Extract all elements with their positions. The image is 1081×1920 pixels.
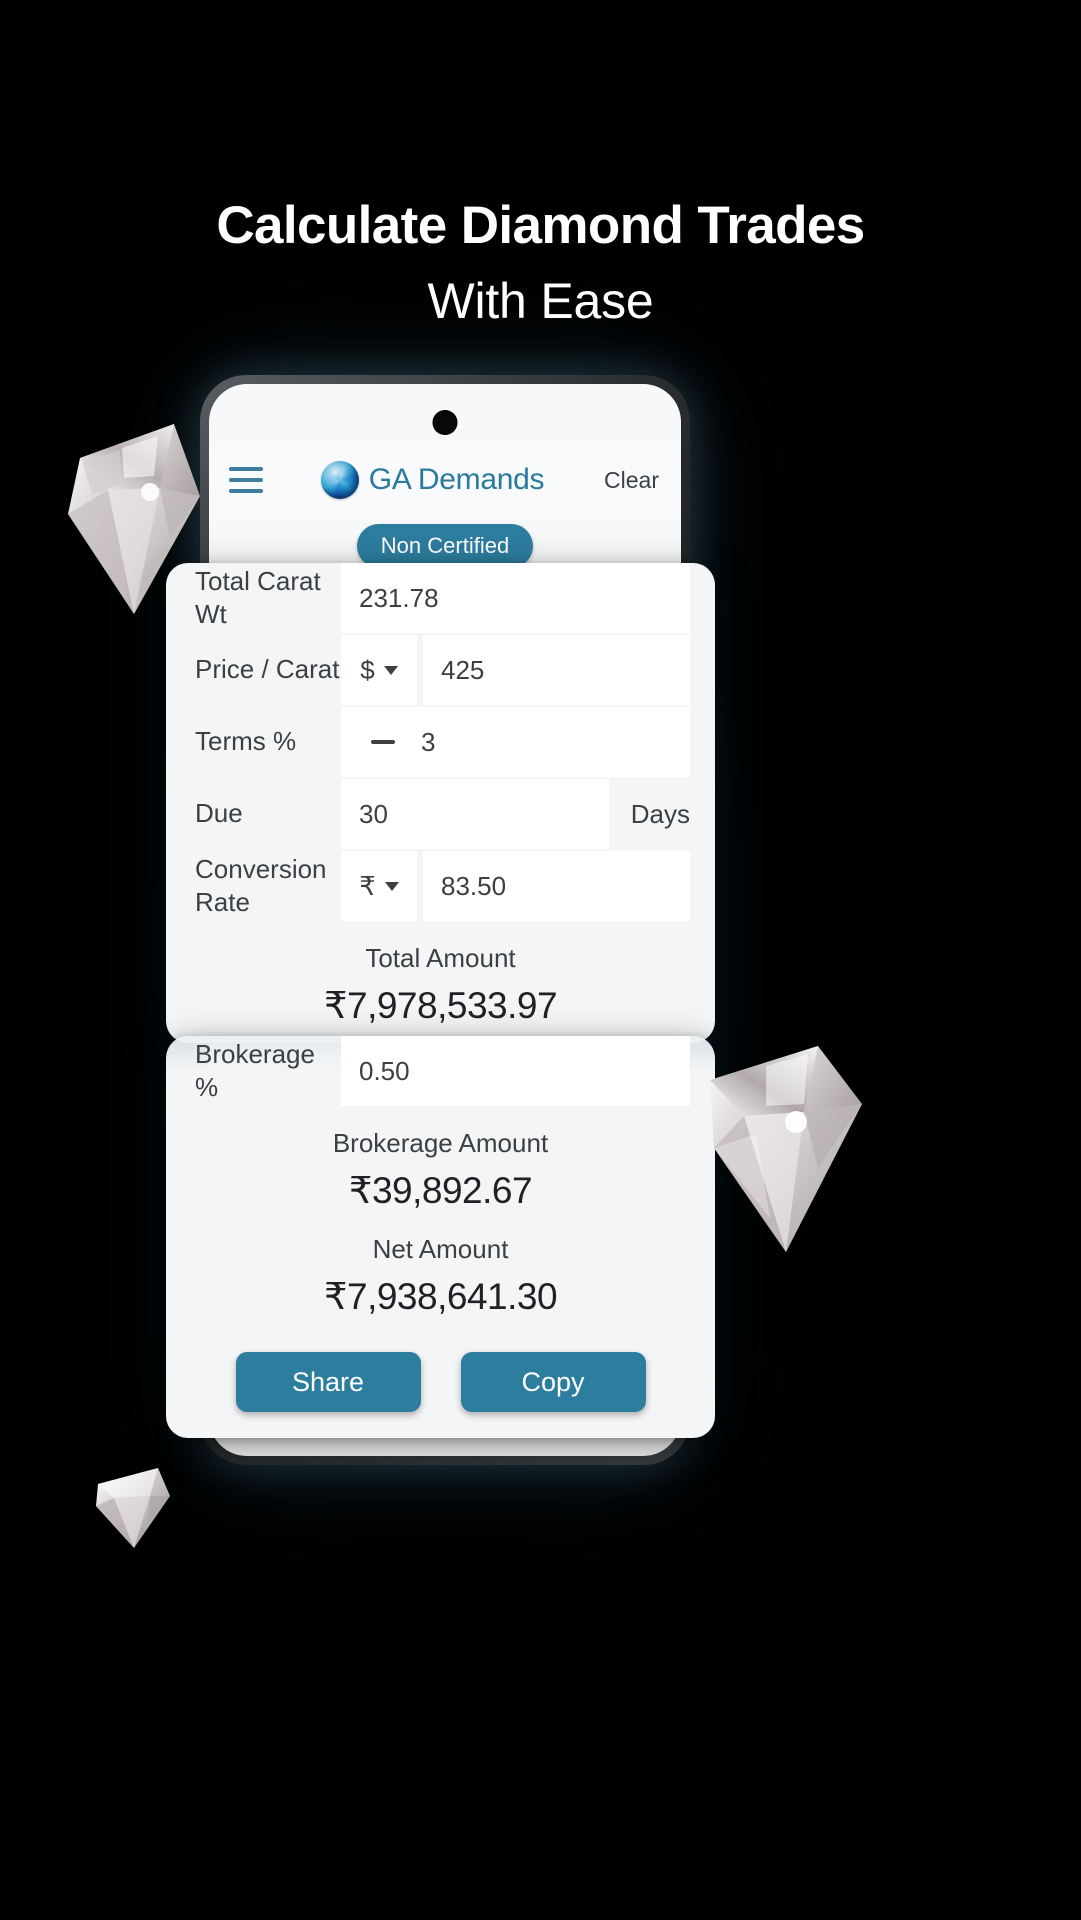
mode-chip-row: Non Certified [209, 524, 681, 568]
brokerage-amount-value: ₹39,892.67 [348, 1170, 533, 1211]
label-conversion-rate: Conversion Rate [195, 853, 327, 917]
currency-symbol-conversion: ₹ [359, 870, 376, 901]
front-camera [432, 410, 458, 435]
suffix-days: Days [630, 798, 690, 829]
input-terms-percent[interactable]: 3 [341, 707, 690, 777]
total-amount-value: ₹7,978,533.97 [323, 985, 558, 1026]
clear-button[interactable]: Clear [602, 463, 661, 498]
share-button[interactable]: Share [235, 1352, 421, 1412]
action-buttons: Share Copy [166, 1352, 715, 1412]
row-total-carat-wt: Total Carat Wt 231.78 [166, 563, 715, 633]
promo-subheadline: With Ease [427, 273, 654, 330]
label-terms-percent: Terms % [195, 726, 297, 757]
label-price-per-carat: Price / Carat [195, 654, 340, 685]
non-certified-chip[interactable]: Non Certified [356, 524, 534, 568]
net-amount-value: ₹7,938,641.30 [323, 1276, 558, 1317]
row-price-per-carat: Price / Carat $ 425 [166, 635, 715, 705]
brokerage-amount-label: Brokerage Amount [332, 1128, 549, 1158]
net-amount-block: Net Amount ₹7,938,641.30 [166, 1234, 715, 1318]
total-amount-block: Total Amount ₹7,978,533.97 [166, 943, 715, 1027]
currency-select-conversion[interactable]: ₹ [341, 851, 417, 921]
label-due: Due [195, 798, 243, 829]
input-total-carat-wt[interactable]: 231.78 [341, 563, 690, 633]
chevron-down-icon [383, 665, 398, 675]
currency-symbol-price: $ [360, 654, 375, 685]
input-conversion-rate[interactable]: 83.50 [423, 851, 690, 921]
net-amount-label: Net Amount [372, 1234, 509, 1264]
input-terms-percent-value: 3 [421, 726, 436, 757]
promo-headline: Calculate Diamond Trades [216, 196, 865, 255]
row-brokerage-percent: Brokerage % 0.50 [166, 1036, 715, 1106]
app-title: GA Demands [368, 463, 545, 496]
inputs-card: Total Carat Wt 231.78 Price / Carat $ 42… [166, 563, 715, 1043]
hamburger-icon[interactable] [229, 467, 263, 493]
input-price-per-carat[interactable]: 425 [423, 635, 690, 705]
input-brokerage-percent[interactable]: 0.50 [341, 1036, 690, 1106]
brokerage-card: Brokerage % 0.50 Brokerage Amount ₹39,89… [166, 1036, 715, 1438]
input-due-days[interactable]: 30 [341, 779, 609, 849]
diamond-icon-right [700, 1038, 868, 1258]
app-bar-brand: GA Demands [263, 461, 602, 499]
total-amount-label: Total Amount [365, 943, 516, 973]
currency-select-price[interactable]: $ [341, 635, 417, 705]
chevron-down-icon [384, 881, 399, 891]
minus-sign-icon [371, 740, 395, 744]
promo-headline-block: Calculate Diamond Trades With Ease [0, 196, 1081, 331]
row-conversion-rate: Conversion Rate ₹ 83.50 [166, 851, 715, 921]
row-terms-percent: Terms % 3 [166, 707, 715, 777]
diamond-icon-small [92, 1462, 174, 1552]
app-bar: GA Demands Clear [209, 446, 681, 514]
brokerage-amount-block: Brokerage Amount ₹39,892.67 [166, 1128, 715, 1212]
copy-button[interactable]: Copy [460, 1352, 646, 1412]
row-due: Due 30 Days [166, 779, 715, 849]
diamond-globe-logo-icon [320, 461, 359, 499]
label-brokerage-percent: Brokerage % [195, 1038, 315, 1102]
label-total-carat-wt: Total Carat Wt [195, 565, 321, 629]
